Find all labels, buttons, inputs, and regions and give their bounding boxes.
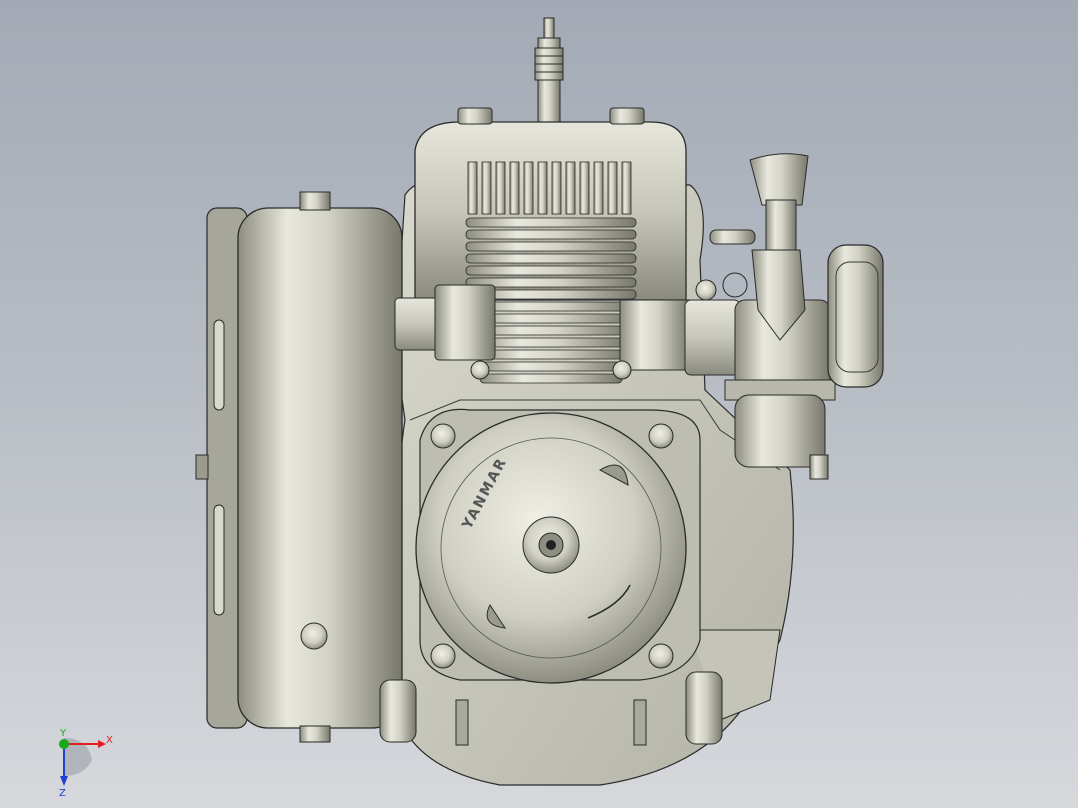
air-filter-cover[interactable] bbox=[827, 244, 884, 388]
barrel-fin bbox=[465, 241, 637, 252]
spark-plug[interactable] bbox=[534, 17, 564, 125]
head-fin bbox=[551, 161, 562, 215]
y-axis-label: Y bbox=[59, 728, 67, 739]
z-axis-label: Z bbox=[59, 788, 66, 798]
head-fin bbox=[523, 161, 534, 215]
head-fin bbox=[593, 161, 604, 215]
head-fin bbox=[565, 161, 576, 215]
barrel-fin bbox=[465, 229, 637, 240]
barrel-fin bbox=[465, 265, 637, 276]
head-fin bbox=[537, 161, 548, 215]
barrel-fin bbox=[471, 325, 631, 336]
head-fin bbox=[509, 161, 520, 215]
x-axis-label: X bbox=[106, 735, 113, 746]
orientation-triad: X Y Z bbox=[59, 728, 113, 798]
barrel-fin bbox=[465, 253, 637, 264]
head-fin bbox=[579, 161, 590, 215]
barrel-fin bbox=[479, 373, 623, 384]
graphics-viewport[interactable]: YANMAR X Y Z bbox=[0, 0, 1078, 808]
head-fin bbox=[495, 161, 506, 215]
barrel-fin bbox=[465, 217, 637, 228]
engine-model[interactable]: YANMAR bbox=[0, 0, 1078, 808]
barrel-fin bbox=[477, 361, 625, 372]
head-fin bbox=[481, 161, 492, 215]
head-fin bbox=[467, 161, 478, 215]
head-fin bbox=[607, 161, 618, 215]
barrel-fin bbox=[475, 349, 627, 360]
recoil-starter[interactable]: YANMAR bbox=[415, 408, 701, 684]
muffler[interactable] bbox=[195, 191, 403, 743]
head-fin bbox=[621, 161, 632, 215]
barrel-fin bbox=[473, 337, 629, 348]
